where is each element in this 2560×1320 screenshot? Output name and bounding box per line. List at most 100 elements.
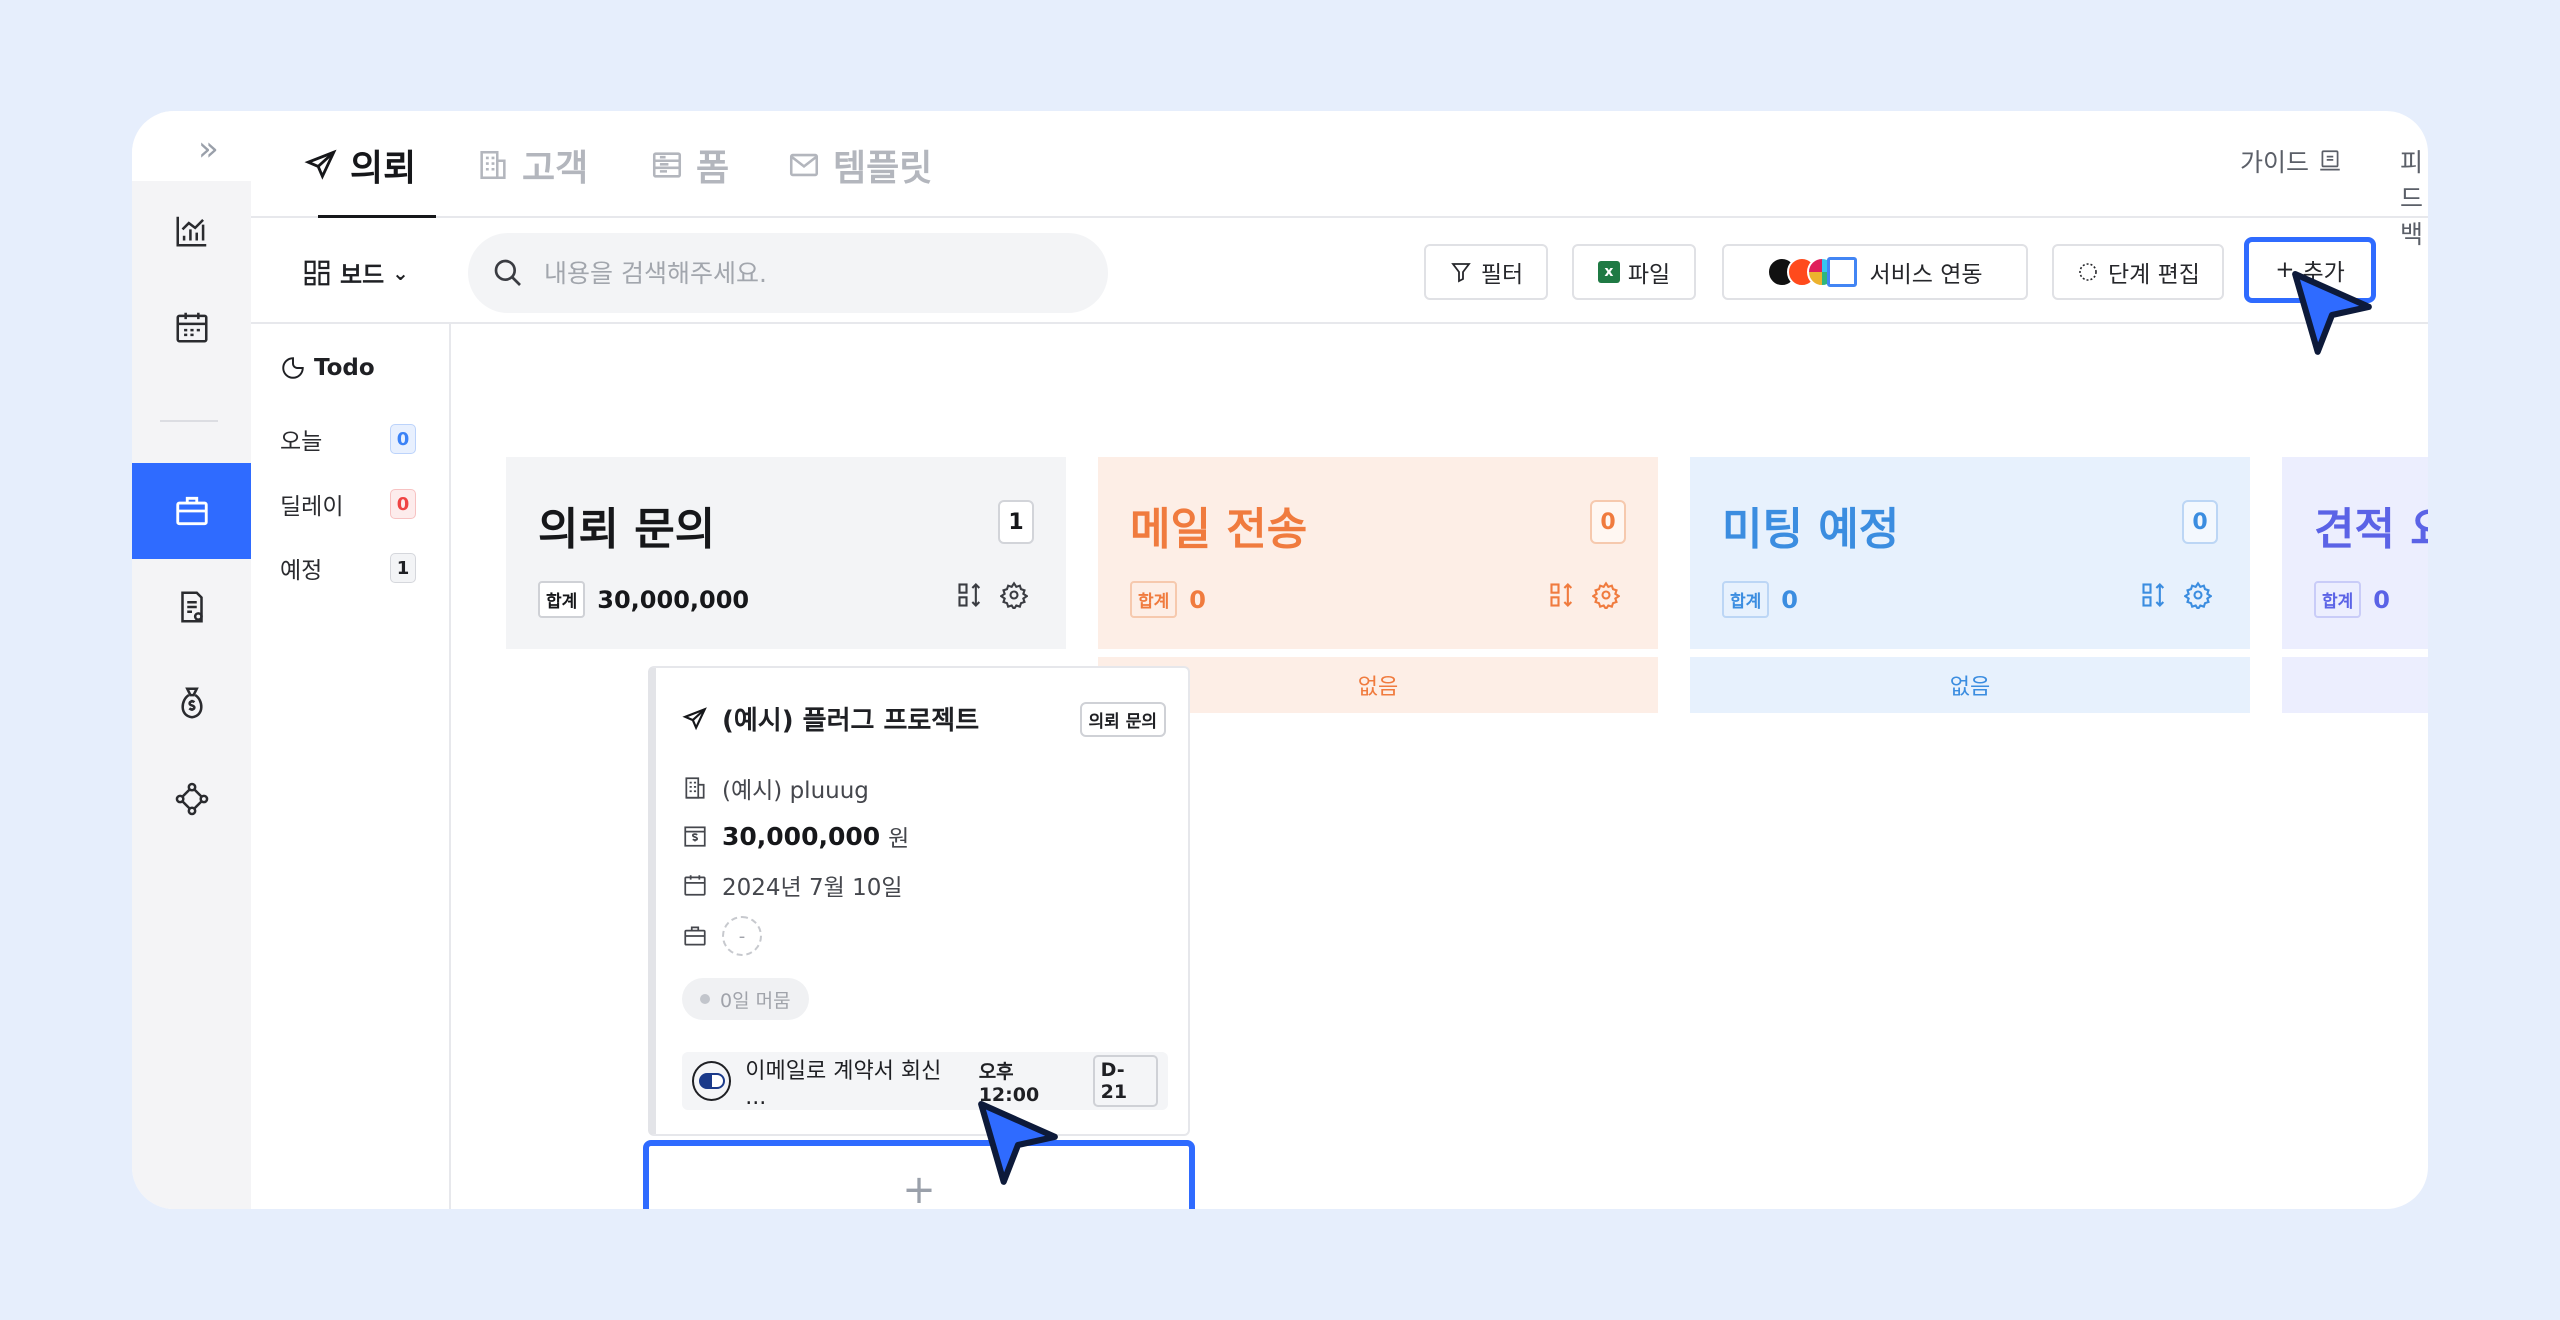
chart-icon[interactable] (132, 183, 251, 279)
search-bar[interactable] (468, 233, 1108, 313)
filter-button[interactable]: 필터 (1424, 244, 1548, 300)
todo-count: 1 (390, 553, 416, 583)
task-row[interactable]: 이메일로 계약서 회신 ... 오후 12:00 D-21 (682, 1052, 1168, 1110)
building-icon (685, 777, 705, 799)
column-header: 메일 전송 0 합계 0 (1098, 457, 1658, 649)
column-count: 1 (998, 500, 1034, 544)
sort-icon[interactable] (1548, 581, 1576, 609)
sort-icon[interactable] (2140, 581, 2168, 609)
document-icon[interactable] (132, 559, 251, 655)
empty-placeholder (2282, 657, 2428, 713)
tab-label: 의뢰 (350, 148, 417, 189)
loading-dots-icon (2079, 263, 2097, 281)
paper-plane-icon (304, 149, 337, 180)
building-icon (480, 150, 506, 180)
todo-title-text: Todo (314, 355, 375, 381)
column-actions (2140, 581, 2212, 609)
amount-value: 30,000,000 (722, 821, 881, 851)
todo-label: 예정 (280, 558, 323, 584)
stage-edit-button[interactable]: 단계 편집 (2052, 244, 2224, 300)
briefcase-icon (684, 926, 706, 946)
app-window: » 의뢰 고객 폼 템플릿 가이드 피드백 보드 ⌄ 내용을 검색해주세요. 필… (132, 111, 2428, 1209)
column-count: 0 (2182, 500, 2218, 544)
tab-request[interactable]: 의뢰 (304, 139, 416, 191)
tab-label: 고객 (522, 148, 589, 189)
double-chevron-right-icon[interactable]: » (198, 129, 219, 169)
service-link-button[interactable]: 서비스 연동 (1722, 244, 2028, 300)
sum-value: 0 (2373, 585, 2390, 614)
column-actions (1548, 581, 1620, 609)
tab-customer[interactable]: 고객 (476, 139, 588, 191)
column-sum: 합계 0 (2314, 581, 2390, 618)
sum-value: 30,000,000 (597, 585, 750, 614)
column-header: 의뢰 문의 1 합계 30,000,000 (506, 457, 1066, 649)
toggle-icon[interactable] (692, 1061, 732, 1101)
board-icon (304, 260, 330, 285)
sum-value: 0 (1781, 585, 1798, 614)
service-label: 서비스 연동 (1869, 262, 1983, 288)
file-label: 파일 (1627, 262, 1671, 288)
filter-label: 필터 (1480, 262, 1524, 288)
gear-icon[interactable] (1592, 581, 1620, 609)
column-sum: 합계 0 (1130, 581, 1206, 618)
paper-plane-icon (682, 706, 707, 730)
calendar-icon[interactable] (132, 279, 251, 375)
deal-card[interactable]: (예시) 플러그 프로젝트 의뢰 문의 (예시) pluuug 30,000,0… (648, 666, 1190, 1136)
search-icon (494, 259, 521, 286)
plus-icon: + (902, 1167, 936, 1209)
tab-form[interactable]: 폼 (650, 139, 729, 191)
filter-icon (1451, 263, 1471, 283)
cursor-arrow-icon (2292, 271, 2372, 355)
calendar-logo-icon (1827, 257, 1858, 287)
todo-count: 0 (390, 489, 416, 519)
chevron-down-icon: ⌄ (392, 260, 409, 285)
card-date: 2024년 7월 10일 (682, 868, 903, 902)
tab-template[interactable]: 템플릿 (787, 139, 932, 191)
view-select[interactable]: 보드 ⌄ (302, 255, 409, 290)
mail-icon (789, 153, 819, 177)
icon-rail: » (132, 111, 251, 1209)
task-text: 이메일로 계약서 회신 ... (745, 1058, 942, 1110)
todo-title: Todo (280, 355, 375, 381)
add-card-button[interactable]: + (643, 1140, 1195, 1209)
briefcase-icon[interactable] (132, 463, 251, 559)
task-dday: D-21 (1092, 1055, 1158, 1107)
gear-icon[interactable] (1000, 581, 1028, 609)
column-title: 미팅 예정 (1722, 504, 1900, 555)
dot-icon (700, 994, 710, 1004)
excel-icon: x (1597, 261, 1620, 283)
todo-row-delay[interactable]: 딜레이 0 (280, 487, 416, 521)
task-time: 오후 12:00 (978, 1060, 1040, 1106)
column-count: 0 (1590, 500, 1626, 544)
view-label: 보드 (340, 261, 385, 289)
todo-label: 딜레이 (280, 494, 344, 520)
todo-row-scheduled[interactable]: 예정 1 (280, 551, 416, 585)
column-actions (956, 581, 1028, 609)
book-icon (2320, 150, 2340, 171)
empty-placeholder: 없음 (1690, 657, 2250, 713)
money-bag-icon[interactable] (132, 655, 251, 751)
calendar-icon (684, 875, 706, 896)
todo-row-today[interactable]: 오늘 0 (280, 422, 416, 456)
sum-tag: 합계 (538, 581, 586, 618)
cursor-arrow-icon (978, 1101, 1058, 1185)
assignee-avatar[interactable]: - (722, 916, 762, 956)
guide-link[interactable]: 가이드 (2240, 143, 2343, 179)
column-title: 의뢰 문의 (538, 504, 716, 555)
network-icon[interactable] (132, 751, 251, 847)
column-title: 견적 요 (2314, 504, 2428, 555)
sticker-icon (282, 357, 304, 379)
card-client: (예시) pluuug (682, 771, 869, 805)
tab-label: 폼 (696, 148, 730, 189)
sum-tag: 합계 (2314, 581, 2362, 618)
rail-divider (160, 420, 218, 422)
sum-tag: 합계 (1130, 581, 1178, 618)
file-button[interactable]: x 파일 (1572, 244, 1696, 300)
card-title-text: (예시) 플러그 프로젝트 (722, 706, 980, 736)
sort-icon[interactable] (956, 581, 984, 609)
date-text: 2024년 7월 10일 (722, 875, 903, 901)
invoice-icon (684, 826, 706, 847)
sum-tag: 합계 (1722, 581, 1770, 618)
gear-icon[interactable] (2184, 581, 2212, 609)
search-input[interactable] (544, 258, 1064, 288)
